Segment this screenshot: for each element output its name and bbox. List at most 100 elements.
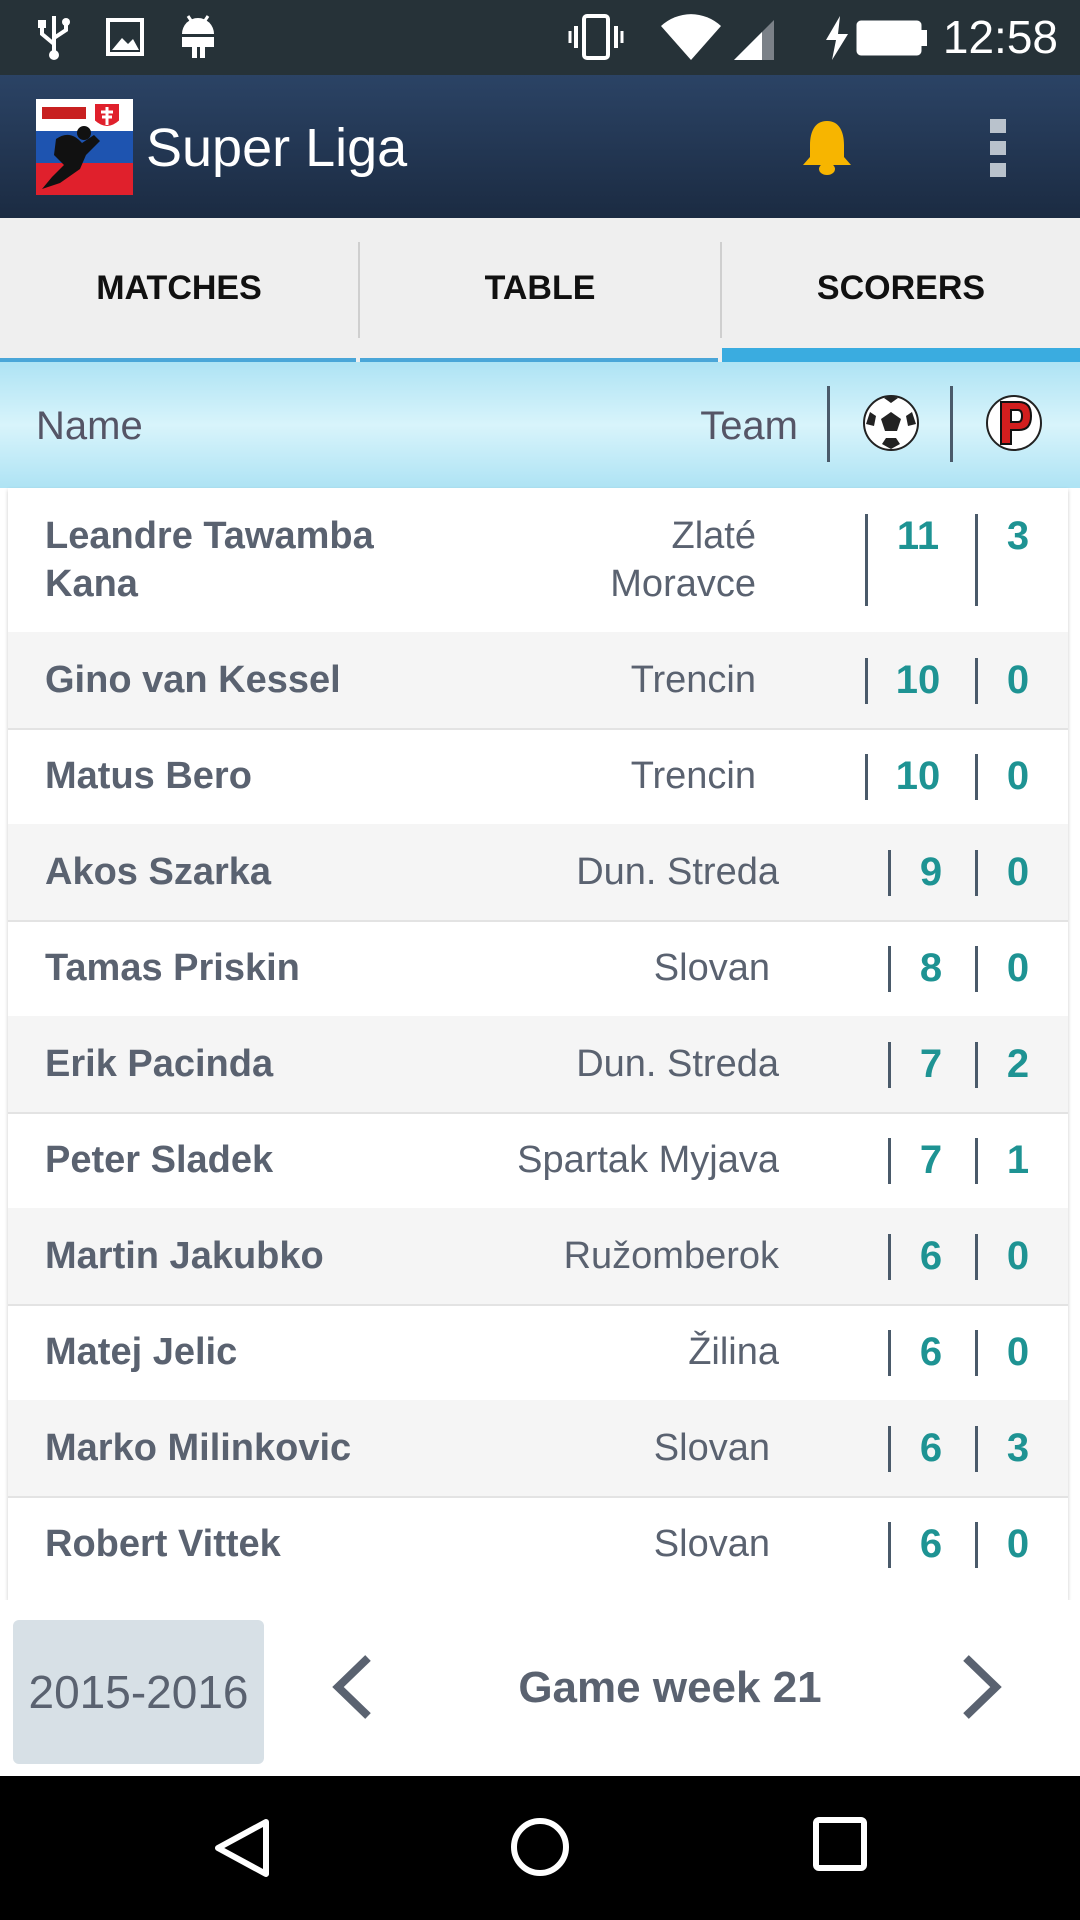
tab-active-indicator	[722, 348, 1080, 362]
penalties-value: 0	[1006, 946, 1030, 990]
column-divider	[975, 1234, 978, 1280]
goals-value: 6	[919, 1426, 943, 1470]
player-name: Matus Bero	[45, 755, 252, 797]
player-name: Erik Pacinda	[45, 1043, 274, 1085]
tab-scorers[interactable]: SCORERS	[722, 218, 1080, 358]
battery-icon	[856, 20, 927, 56]
table-row[interactable]: Matus Bero Trencin 10 0	[8, 728, 1068, 826]
player-name: Tamas Priskin	[45, 947, 300, 989]
android-icon	[182, 15, 214, 58]
recents-icon[interactable]	[812, 1816, 868, 1872]
player-name: Robert Vittek	[45, 1523, 281, 1565]
penalties-value: 0	[1006, 754, 1030, 798]
status-bar: 12:58	[0, 0, 1080, 75]
app-title: Super Liga	[146, 118, 408, 178]
vibrate-icon	[568, 14, 624, 60]
table-row[interactable]: Peter Sladek Spartak Myjava 7 1	[8, 1112, 1068, 1210]
home-icon[interactable]	[509, 1816, 571, 1878]
player-name: Leandre Tawamba Kana	[45, 515, 374, 605]
table-row[interactable]: Matej Jelic Žilina 6 0	[8, 1304, 1068, 1402]
header-name[interactable]: Name	[36, 404, 143, 449]
column-divider	[888, 1426, 891, 1472]
player-name: Akos Szarka	[45, 851, 272, 893]
goals-value: 11	[896, 514, 940, 558]
column-divider	[888, 946, 891, 992]
column-divider	[888, 1138, 891, 1184]
player-team: Trencin	[630, 659, 756, 701]
column-divider	[865, 754, 868, 800]
penalties-value: 0	[1006, 658, 1030, 702]
player-name: Marko Milinkovic	[45, 1427, 352, 1469]
goals-value: 7	[919, 1138, 943, 1182]
goals-value: 8	[919, 946, 943, 990]
column-divider	[975, 946, 978, 992]
column-divider	[975, 658, 978, 704]
usb-icon	[38, 16, 70, 60]
table-row[interactable]: Leandre Tawamba Kana Zlaté Moravce 11 3	[8, 488, 1068, 634]
tab-matches[interactable]: MATCHES	[0, 218, 358, 358]
column-divider	[975, 850, 978, 896]
soccer-ball-icon[interactable]	[862, 394, 920, 452]
tab-bar: MATCHES TABLE SCORERS	[0, 218, 1080, 362]
wifi-icon	[661, 14, 721, 60]
column-divider	[888, 1522, 891, 1568]
table-row[interactable]: Erik Pacinda Dun. Streda 7 2	[8, 1016, 1068, 1114]
goals-value: 7	[919, 1042, 943, 1086]
penalties-value: 3	[1006, 514, 1030, 558]
season-button[interactable]: 2015-2016	[13, 1620, 264, 1764]
column-divider	[975, 1522, 978, 1568]
penalty-icon[interactable]	[985, 394, 1043, 452]
penalties-value: 2	[1006, 1042, 1030, 1086]
scorers-list[interactable]: Leandre Tawamba Kana Zlaté Moravce 11 3 …	[8, 488, 1068, 1600]
column-divider	[975, 1042, 978, 1088]
player-team: Dun. Streda	[576, 1043, 779, 1085]
player-team: Slovan	[653, 1523, 770, 1565]
game-week-label: Game week 21	[518, 1663, 822, 1712]
goals-value: 6	[919, 1234, 943, 1278]
goals-value: 6	[919, 1522, 943, 1566]
column-divider	[975, 1330, 978, 1376]
column-divider	[975, 754, 978, 800]
column-divider	[888, 1234, 891, 1280]
column-divider	[975, 1426, 978, 1472]
round-selector: 2015-2016 Game week 21	[0, 1600, 1080, 1776]
table-row[interactable]: Robert Vittek Slovan 6 0	[8, 1496, 1068, 1600]
player-name: Martin Jakubko	[45, 1235, 324, 1277]
player-team: Zlaté Moravce	[610, 515, 756, 605]
player-team: Dun. Streda	[576, 851, 779, 893]
penalties-value: 1	[1006, 1138, 1030, 1182]
penalties-value: 3	[1006, 1426, 1030, 1470]
player-team: Ružomberok	[563, 1235, 779, 1277]
player-team: Slovan	[653, 1427, 770, 1469]
goals-value: 10	[895, 754, 941, 798]
chevron-right-icon[interactable]	[960, 1654, 1004, 1720]
table-row[interactable]: Marko Milinkovic Slovan 6 3	[8, 1400, 1068, 1498]
bell-icon[interactable]	[800, 117, 854, 177]
table-row[interactable]: Akos Szarka Dun. Streda 9 0	[8, 824, 1068, 922]
table-row[interactable]: Tamas Priskin Slovan 8 0	[8, 920, 1068, 1018]
column-divider	[888, 1042, 891, 1088]
app-logo	[36, 99, 133, 195]
column-divider	[888, 1330, 891, 1376]
table-row[interactable]: Gino van Kessel Trencin 10 0	[8, 632, 1068, 730]
chevron-left-icon[interactable]	[330, 1654, 374, 1720]
player-name: Gino van Kessel	[45, 659, 341, 701]
column-divider	[865, 658, 868, 704]
table-row[interactable]: Martin Jakubko Ružomberok 6 0	[8, 1208, 1068, 1306]
player-team: Trencin	[630, 755, 756, 797]
battery-charging-icon	[826, 16, 848, 60]
tab-table[interactable]: TABLE	[360, 218, 720, 358]
penalties-value: 0	[1006, 850, 1030, 894]
scorers-table-header: Name Team	[0, 362, 1080, 488]
image-icon	[106, 18, 144, 56]
header-team[interactable]: Team	[700, 404, 798, 449]
signal-icon	[734, 20, 774, 60]
penalties-value: 0	[1006, 1234, 1030, 1278]
player-name: Peter Sladek	[45, 1139, 274, 1181]
overflow-menu-icon[interactable]	[986, 117, 1010, 181]
player-team: Slovan	[653, 947, 770, 989]
system-nav-bar	[0, 1776, 1080, 1920]
goals-value: 9	[919, 850, 943, 894]
goals-value: 10	[895, 658, 941, 702]
back-icon[interactable]	[212, 1816, 272, 1880]
